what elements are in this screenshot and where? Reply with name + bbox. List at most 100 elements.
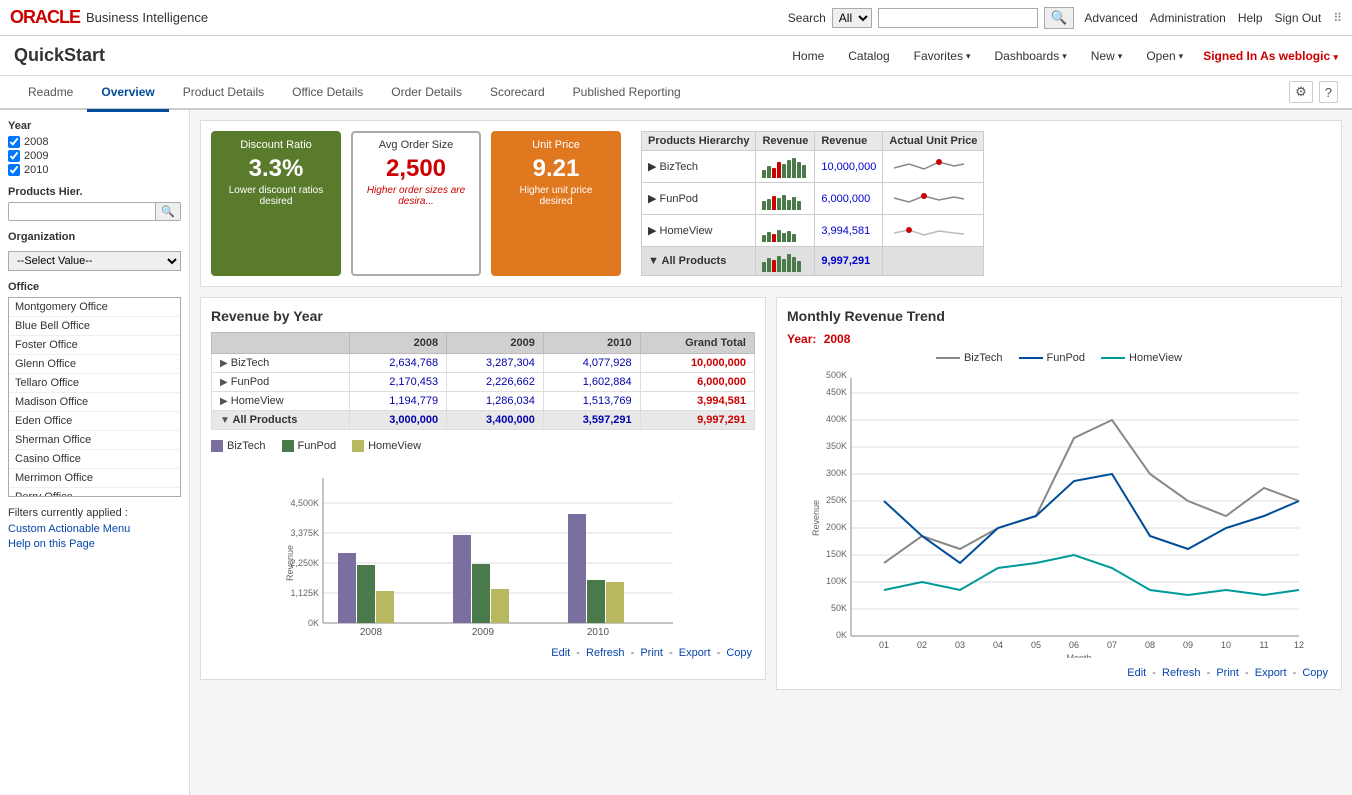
svg-text:150K: 150K <box>826 549 847 559</box>
office-foster[interactable]: Foster Office <box>9 336 180 355</box>
trend-year-value: 2008 <box>824 332 851 346</box>
bar-copy-link[interactable]: Copy <box>726 647 752 659</box>
administration-link[interactable]: Administration <box>1150 11 1226 25</box>
tab-product-details[interactable]: Product Details <box>169 75 278 112</box>
help-link[interactable]: Help <box>1238 11 1263 25</box>
help-page-link[interactable]: Help on this Page <box>8 538 181 550</box>
office-sherman[interactable]: Sherman Office <box>9 431 180 450</box>
products-search-input[interactable] <box>9 203 155 220</box>
legend-funpod: FunPod <box>282 440 337 452</box>
year-2009-item[interactable]: 2009 <box>8 150 181 162</box>
signout-link[interactable]: Sign Out <box>1275 11 1322 25</box>
office-perry[interactable]: Perry Office <box>9 488 180 497</box>
year-2008-item[interactable]: 2008 <box>8 136 181 148</box>
legend-biztech-label: BizTech <box>227 440 266 452</box>
office-madison[interactable]: Madison Office <box>9 393 180 412</box>
rev-funpod-2009: 2,226,662 <box>447 373 544 392</box>
trend-copy-link[interactable]: Copy <box>1302 667 1328 679</box>
tab-readme[interactable]: Readme <box>14 75 87 112</box>
advanced-link[interactable]: Advanced <box>1084 11 1137 25</box>
kpi-order-title: Avg Order Size <box>363 139 469 151</box>
products-hier-filter: Products Hier. 🔍 <box>8 186 181 221</box>
products-search-button[interactable]: 🔍 <box>155 203 180 220</box>
nav-dashboards[interactable]: Dashboards ▾ <box>983 36 1079 76</box>
svg-text:100K: 100K <box>826 576 847 586</box>
cell-homeview-name: ▶ HomeView <box>642 215 756 247</box>
svg-text:0K: 0K <box>308 618 319 628</box>
cell-funpod-chart <box>756 183 815 215</box>
search-input[interactable] <box>878 8 1038 28</box>
cell-allproducts-chart <box>756 247 815 276</box>
tab-office-details[interactable]: Office Details <box>278 75 377 112</box>
cell-funpod-name: ▶ FunPod <box>642 183 756 215</box>
svg-text:04: 04 <box>993 640 1003 650</box>
legend-biztech-color <box>211 440 223 452</box>
year-2010-checkbox[interactable] <box>8 164 20 176</box>
nav-favorites[interactable]: Favorites ▾ <box>902 36 983 76</box>
office-merrimon[interactable]: Merrimon Office <box>9 469 180 488</box>
kpi-discount: Discount Ratio 3.3% Lower discount ratio… <box>211 131 341 276</box>
bar-refresh-link[interactable]: Refresh <box>586 647 625 659</box>
svg-text:350K: 350K <box>826 441 847 451</box>
settings-icon-btn[interactable]: ⚙ <box>1289 81 1313 103</box>
tab-overview[interactable]: Overview <box>87 75 168 112</box>
bar-funpod-2010 <box>587 580 605 623</box>
trend-export-link[interactable]: Export <box>1255 667 1287 679</box>
rev-funpod-name: ▶ FunPod <box>212 373 350 392</box>
organization-select[interactable]: --Select Value-- <box>8 251 181 271</box>
year-2009-checkbox[interactable] <box>8 150 20 162</box>
nav-home[interactable]: Home <box>780 36 836 76</box>
kpi-discount-title: Discount Ratio <box>223 139 329 151</box>
nav-new[interactable]: New ▾ <box>1079 36 1135 76</box>
kpi-products-table: Products Hierarchy Revenue Revenue Actua… <box>641 131 984 276</box>
search-button[interactable]: 🔍 <box>1044 7 1075 29</box>
trend-homeview-label: HomeView <box>1129 352 1182 364</box>
bar-homeview-2008 <box>376 591 394 623</box>
cell-biztech-price <box>883 151 984 183</box>
svg-text:4,500K: 4,500K <box>290 498 319 508</box>
trend-print-link[interactable]: Print <box>1216 667 1239 679</box>
tab-scorecard[interactable]: Scorecard <box>476 75 559 112</box>
cell-allproducts-revenue: 9,997,291 <box>815 247 883 276</box>
search-scope-select[interactable]: All <box>832 8 872 28</box>
office-montgomery[interactable]: Montgomery Office <box>9 298 180 317</box>
trend-edit-link[interactable]: Edit <box>1127 667 1146 679</box>
tab-order-details[interactable]: Order Details <box>377 75 476 112</box>
trend-year-label: Year: 2008 <box>787 332 1331 346</box>
monthly-trend-section: Monthly Revenue Trend Year: 2008 BizTech… <box>776 297 1342 690</box>
svg-text:01: 01 <box>879 640 889 650</box>
office-casino[interactable]: Casino Office <box>9 450 180 469</box>
office-tellaro[interactable]: Tellaro Office <box>9 374 180 393</box>
col-products-hier: Products Hierarchy <box>642 132 756 151</box>
office-bluebell[interactable]: Blue Bell Office <box>9 317 180 336</box>
trend-refresh-link[interactable]: Refresh <box>1162 667 1201 679</box>
year-2008-checkbox[interactable] <box>8 136 20 148</box>
nav-catalog[interactable]: Catalog <box>836 36 901 76</box>
office-label: Office <box>8 281 181 293</box>
tab-published-reporting[interactable]: Published Reporting <box>559 75 695 112</box>
bar-funpod-2008 <box>357 565 375 623</box>
year-2010-item[interactable]: 2010 <box>8 164 181 176</box>
kpi-discount-value: 3.3% <box>223 155 329 183</box>
nav-open[interactable]: Open ▾ <box>1134 36 1195 76</box>
custom-menu-link[interactable]: Custom Actionable Menu <box>8 523 181 535</box>
expand-biztech[interactable]: ▶ <box>220 358 228 369</box>
office-eden[interactable]: Eden Office <box>9 412 180 431</box>
office-list[interactable]: Montgomery Office Blue Bell Office Foste… <box>8 297 181 497</box>
legend-homeview: HomeView <box>352 440 421 452</box>
help-icon-btn[interactable]: ? <box>1319 81 1338 103</box>
col-unit-price: Actual Unit Price <box>883 132 984 151</box>
expand-funpod[interactable]: ▶ <box>220 377 228 388</box>
charts-row: Revenue by Year 2008 2009 2010 Grand Tot… <box>200 297 1342 690</box>
bar-edit-link[interactable]: Edit <box>551 647 570 659</box>
bar-print-link[interactable]: Print <box>640 647 663 659</box>
year-2010-label: 2010 <box>24 164 48 176</box>
bar-export-link[interactable]: Export <box>679 647 711 659</box>
rev-homeview-name: ▶ HomeView <box>212 392 350 411</box>
expand-homeview[interactable]: ▶ <box>220 396 228 407</box>
office-glenn[interactable]: Glenn Office <box>9 355 180 374</box>
rev-biztech-name: ▶ BizTech <box>212 354 350 373</box>
kpi-order-value: 2,500 <box>363 155 469 183</box>
rev-biztech-total: 10,000,000 <box>640 354 754 373</box>
expand-allproducts[interactable]: ▼ <box>220 415 230 426</box>
